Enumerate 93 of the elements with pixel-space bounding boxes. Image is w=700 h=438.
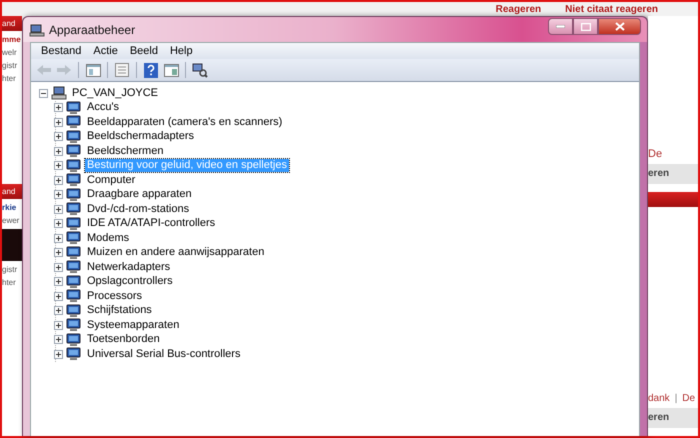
menu-item[interactable]: Help: [164, 45, 199, 57]
tree-item[interactable]: Toetsenborden: [85, 333, 162, 346]
tree-item[interactable]: Accu's: [85, 101, 122, 114]
post-text: ewer: [2, 216, 20, 225]
properties-button[interactable]: [113, 61, 131, 79]
device-icon: [66, 173, 82, 188]
tree-item[interactable]: Muizen en andere aanwijsapparaten: [85, 246, 266, 260]
tree-item[interactable]: Netwerkadapters: [85, 260, 172, 274]
post-header-bar: and: [2, 184, 22, 199]
tree-item[interactable]: Modems: [85, 232, 132, 245]
computer-icon: [29, 22, 45, 36]
device-icon: [66, 115, 82, 130]
device-icon: [66, 202, 82, 216]
expand-icon[interactable]: [54, 161, 63, 170]
device-icon: [66, 347, 82, 362]
help-icon: [144, 62, 158, 78]
tree-item[interactable]: Dvd-/cd-rom-stations: [85, 202, 192, 216]
expand-icon[interactable]: [54, 277, 63, 286]
user-link[interactable]: De: [648, 148, 698, 160]
device-icon: [66, 246, 82, 260]
tree-item[interactable]: Beeldschermen: [85, 144, 166, 158]
minimize-icon: [556, 25, 565, 28]
tree-item[interactable]: Schijfstations: [85, 304, 154, 318]
tree-item[interactable]: Processors: [85, 290, 144, 303]
tree-item[interactable]: Beeldapparaten (camera's en scanners): [85, 116, 284, 129]
console-tree-button[interactable]: [84, 61, 102, 79]
reply-link[interactable]: Niet citaat reageren: [565, 4, 658, 16]
post-action-bar: eren: [648, 164, 698, 184]
expand-icon[interactable]: [54, 292, 63, 301]
tree-item[interactable]: PC_VAN_JOYCE: [70, 86, 160, 100]
device-icon: [66, 130, 82, 144]
tree-item[interactable]: IDE ATA/ATAPI-controllers: [85, 217, 218, 230]
tree-item[interactable]: Computer: [85, 174, 138, 187]
menu-item[interactable]: Bestand: [35, 45, 88, 57]
close-icon: [614, 22, 624, 31]
expand-icon[interactable]: [54, 204, 63, 214]
collapse-icon[interactable]: [39, 88, 48, 98]
help-button[interactable]: [142, 61, 160, 79]
expand-icon[interactable]: [54, 306, 63, 316]
menu-item[interactable]: Beeld: [124, 45, 164, 57]
post-title: mme: [2, 35, 22, 44]
post-action-bar: eren: [648, 408, 698, 428]
reply-link[interactable]: Reageren: [496, 4, 542, 16]
tree-item[interactable]: Universal Serial Bus-controllers: [85, 348, 242, 361]
tree-item[interactable]: Systeemapparaten: [85, 318, 182, 332]
expand-icon[interactable]: [54, 118, 63, 127]
tree-item[interactable]: Opslagcontrollers: [85, 275, 175, 288]
device-icon: [66, 274, 82, 289]
device-icon: [66, 216, 82, 231]
expand-icon[interactable]: [54, 350, 63, 359]
device-icon: [66, 144, 82, 158]
post-text: hter: [2, 74, 17, 83]
expand-icon[interactable]: [54, 146, 63, 156]
tree-item[interactable]: Beeldschermadapters: [85, 130, 196, 144]
expand-icon[interactable]: [54, 176, 63, 185]
device-icon: [66, 100, 82, 115]
post-text: hter: [2, 278, 17, 287]
expand-icon[interactable]: [54, 190, 63, 200]
post-text: gistr: [2, 61, 18, 70]
expand-icon[interactable]: [54, 248, 63, 258]
post-link[interactable]: De: [682, 393, 696, 404]
device-icon: [66, 158, 82, 173]
photo-placeholder: [2, 229, 22, 261]
menu-item[interactable]: Actie: [87, 45, 124, 57]
device-icon: [66, 231, 82, 246]
post-text: gistr: [2, 265, 18, 274]
tree-item[interactable]: Draagbare apparaten: [85, 188, 194, 202]
device-icon: [66, 188, 82, 202]
link-separator: |: [674, 393, 678, 404]
user-link[interactable]: rkie: [2, 203, 22, 212]
maximize-icon: [580, 22, 590, 30]
expand-icon[interactable]: [54, 219, 63, 228]
expand-icon[interactable]: [54, 335, 63, 344]
close-button[interactable]: [598, 18, 641, 35]
expand-icon[interactable]: [54, 103, 63, 112]
device-icon: [66, 289, 82, 304]
device-icon: [66, 332, 82, 347]
scan-hardware-button[interactable]: [191, 61, 209, 79]
expand-icon[interactable]: [54, 262, 63, 272]
expand-icon[interactable]: [54, 234, 63, 243]
expand-icon[interactable]: [54, 132, 63, 142]
post-text: welr: [2, 48, 18, 57]
device-icon: [66, 304, 82, 318]
device-icon: [66, 260, 82, 274]
device-icon: [66, 318, 82, 332]
post-header-bar: and: [2, 16, 22, 31]
maximize-button[interactable]: [573, 18, 598, 35]
action-pane-button[interactable]: [162, 61, 180, 79]
post-link[interactable]: dank: [648, 393, 670, 404]
expand-icon[interactable]: [54, 320, 63, 330]
post-header-bar: [648, 192, 698, 207]
window-title: Apparaatbeheer: [49, 22, 136, 36]
minimize-button[interactable]: [548, 18, 573, 35]
